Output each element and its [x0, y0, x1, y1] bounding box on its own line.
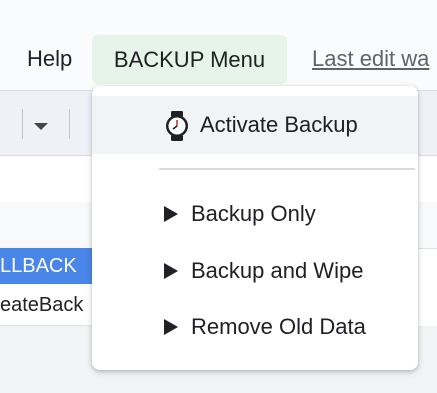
menu-item-label: Backup Only: [191, 201, 316, 226]
menu-divider: [159, 168, 415, 170]
menu-item-label: Activate Backup: [200, 112, 358, 137]
menu-item-remove-old-data[interactable]: Remove Old Data: [92, 299, 418, 355]
play-arrow-icon: [164, 319, 178, 335]
menu-backup[interactable]: BACKUP Menu: [92, 35, 287, 84]
menu-item-backup-only[interactable]: Backup Only: [92, 186, 418, 242]
backup-dropdown-menu: Activate Backup Backup Only Backup and W…: [92, 86, 418, 370]
watch-icon: [166, 111, 188, 141]
menu-item-backup-and-wipe[interactable]: Backup and Wipe: [92, 243, 418, 299]
menu-item-label: Backup and Wipe: [191, 258, 364, 283]
menu-help[interactable]: Help: [27, 36, 72, 82]
toolbar-divider: [69, 109, 70, 139]
menu-bar: Help BACKUP Menu Last edit wa: [0, 0, 437, 90]
menu-item-label: Remove Old Data: [191, 314, 366, 339]
chevron-down-icon[interactable]: [34, 123, 48, 130]
last-edit-link[interactable]: Last edit wa: [312, 36, 429, 82]
play-arrow-icon: [164, 206, 178, 222]
menu-item-activate-backup[interactable]: Activate Backup: [92, 96, 418, 154]
play-arrow-icon: [164, 263, 178, 279]
toolbar-divider: [22, 109, 23, 139]
